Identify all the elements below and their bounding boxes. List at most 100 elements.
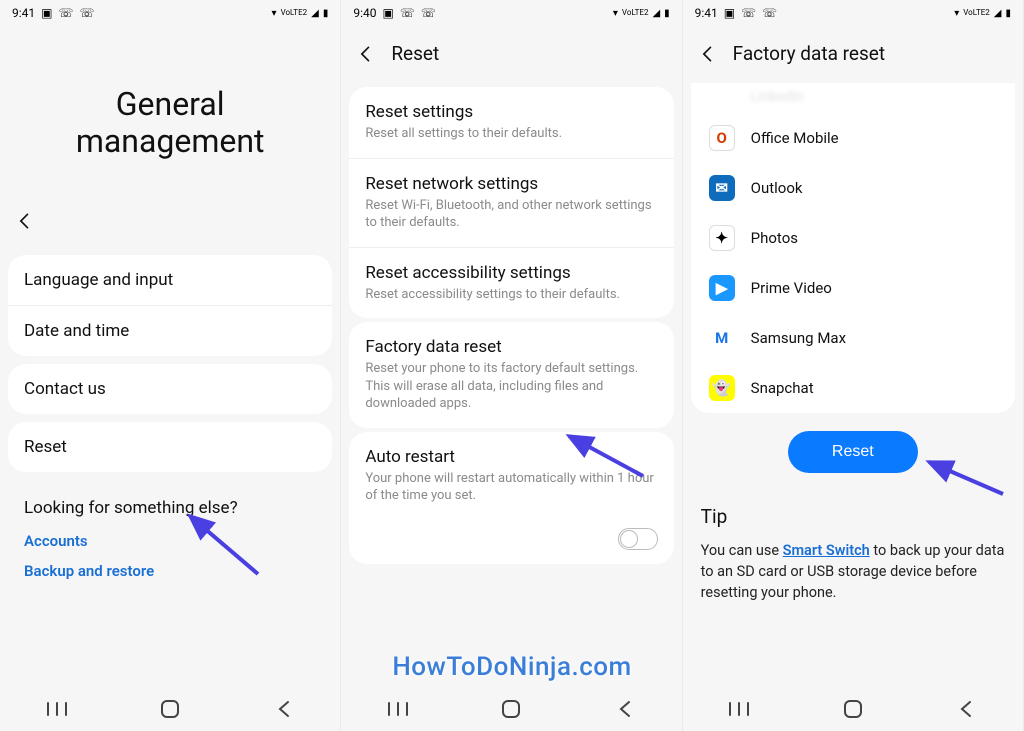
status-icon-gallery: ▣ [41, 6, 52, 20]
settings-card-3: Reset [8, 422, 332, 472]
battery-icon: ▮ [323, 8, 329, 19]
app-label: Outlook [751, 179, 803, 197]
app-label: Prime Video [751, 279, 832, 297]
app-row: ✦ Photos [691, 213, 1015, 263]
app-icon: ▶ [709, 275, 735, 301]
status-icon-whatsapp: ☏ [400, 6, 415, 20]
app-icon: O [709, 125, 735, 151]
reset-button[interactable]: Reset [788, 431, 918, 473]
item-reset[interactable]: Reset [8, 422, 332, 472]
item-contact-us[interactable]: Contact us [8, 364, 332, 414]
nav-recent-icon[interactable] [378, 689, 418, 729]
back-icon[interactable] [697, 43, 719, 65]
nav-back-icon[interactable] [946, 689, 986, 729]
app-row: O Office Mobile [691, 113, 1015, 163]
item-reset-network[interactable]: Reset network settings Reset Wi-Fi, Blue… [349, 159, 673, 248]
item-title: Reset settings [365, 102, 657, 122]
app-icon: 👻 [709, 375, 735, 401]
back-icon[interactable] [14, 210, 36, 232]
status-bar: 9:41 ▣ ☏ ☏ ▾ VoLTE2 ◢ ▮ [0, 0, 340, 26]
header-title: Reset [391, 42, 439, 65]
status-icon-whatsapp-2: ☏ [80, 6, 95, 20]
nav-bar [0, 687, 340, 731]
app-label: Snapchat [751, 379, 814, 397]
item-sub: Reset all settings to their defaults. [365, 125, 657, 143]
else-title: Looking for something else? [24, 498, 316, 518]
item-sub: Your phone will restart automatically wi… [365, 470, 657, 505]
app-icon: ✦ [709, 225, 735, 251]
item-sub: Reset accessibility settings to their de… [365, 286, 657, 304]
auto-restart-toggle[interactable] [618, 528, 658, 550]
item-factory-data-reset[interactable]: Factory data reset Reset your phone to i… [349, 322, 673, 428]
app-row: 👻 Snapchat [691, 363, 1015, 413]
item-reset-accessibility[interactable]: Reset accessibility settings Reset acces… [349, 248, 673, 319]
item-sub: Reset Wi-Fi, Bluetooth, and other networ… [365, 197, 657, 232]
volte-label: VoLTE2 [963, 9, 990, 17]
item-date-time[interactable]: Date and time [8, 306, 332, 356]
smart-switch-link[interactable]: Smart Switch [783, 542, 870, 559]
status-icon-whatsapp-2: ☏ [762, 6, 777, 20]
signal-icon: ◢ [652, 8, 660, 19]
nav-home-icon[interactable] [150, 689, 190, 729]
nav-home-icon[interactable] [833, 689, 873, 729]
app-row: ✉ Outlook [691, 163, 1015, 213]
item-title: Auto restart [365, 447, 657, 467]
wifi-icon: ▾ [613, 8, 618, 19]
header: Factory data reset [683, 26, 1023, 83]
reset-group-3: Auto restart Your phone will restart aut… [349, 432, 673, 564]
item-sub: Reset your phone to its factory default … [365, 360, 657, 413]
tip-block: Tip You can use Smart Switch to back up … [683, 481, 1023, 611]
status-icon-gallery: ▣ [724, 6, 735, 20]
nav-home-icon[interactable] [491, 689, 531, 729]
screen-factory-data-reset: 9:41 ▣ ☏ ☏ ▾ VoLTE2 ◢ ▮ Factory data res… [683, 0, 1024, 731]
app-row: ▶ Prime Video [691, 263, 1015, 313]
item-language-input[interactable]: Language and input [8, 255, 332, 306]
battery-icon: ▮ [664, 8, 670, 19]
status-bar: 9:40 ▣ ☏ ☏ ▾ VoLTE2 ◢ ▮ [341, 0, 681, 26]
status-icon-whatsapp: ☏ [741, 6, 756, 20]
apps-list-card: LinkedIn O Office Mobile ✉ Outlook ✦ Photos ▶ Pr… [691, 83, 1015, 413]
item-reset-settings[interactable]: Reset settings Reset all settings to the… [349, 87, 673, 159]
screen-reset: 9:40 ▣ ☏ ☏ ▾ VoLTE2 ◢ ▮ Reset Reset sett… [341, 0, 682, 731]
item-title: Reset accessibility settings [365, 263, 657, 283]
app-label: Samsung Max [751, 329, 846, 347]
nav-bar [683, 687, 1023, 731]
signal-icon: ◢ [994, 8, 1002, 19]
volte-label: VoLTE2 [622, 9, 649, 17]
screen-general-management: 9:41 ▣ ☏ ☏ ▾ VoLTE2 ◢ ▮ General manageme… [0, 0, 341, 731]
nav-recent-icon[interactable] [719, 689, 759, 729]
tip-title: Tip [701, 505, 1005, 528]
app-label: Photos [751, 229, 798, 247]
nav-back-icon[interactable] [264, 689, 304, 729]
nav-recent-icon[interactable] [37, 689, 77, 729]
status-icon-whatsapp-2: ☏ [421, 6, 436, 20]
status-icon-whatsapp: ☏ [58, 6, 73, 20]
app-label: Office Mobile [751, 129, 839, 147]
status-time: 9:41 [12, 6, 35, 20]
item-title: Factory data reset [365, 337, 657, 357]
status-bar: 9:41 ▣ ☏ ☏ ▾ VoLTE2 ◢ ▮ [683, 0, 1023, 26]
item-title: Reset network settings [365, 174, 657, 194]
app-row: M Samsung Max [691, 313, 1015, 363]
header: Reset [341, 26, 681, 83]
item-auto-restart[interactable]: Auto restart Your phone will restart aut… [349, 432, 673, 520]
signal-icon: ◢ [311, 8, 319, 19]
looking-for-else: Looking for something else? Accounts Bac… [8, 484, 332, 596]
app-row-cut: LinkedIn [691, 85, 1015, 113]
nav-back-icon[interactable] [605, 689, 645, 729]
status-time: 9:40 [353, 6, 376, 20]
back-icon[interactable] [355, 43, 377, 65]
header-title: Factory data reset [733, 42, 885, 65]
settings-card-1: Language and input Date and time [8, 255, 332, 356]
tip-text-before: You can use [701, 542, 783, 559]
status-icon-gallery: ▣ [382, 6, 393, 20]
reset-group-2: Factory data reset Reset your phone to i… [349, 322, 673, 428]
app-icon: ✉ [709, 175, 735, 201]
link-accounts[interactable]: Accounts [24, 532, 316, 550]
status-time: 9:41 [695, 6, 718, 20]
app-icon: M [709, 325, 735, 351]
wifi-icon: ▾ [954, 8, 959, 19]
wifi-icon: ▾ [272, 8, 277, 19]
settings-card-2: Contact us [8, 364, 332, 414]
link-backup-restore[interactable]: Backup and restore [24, 562, 316, 580]
